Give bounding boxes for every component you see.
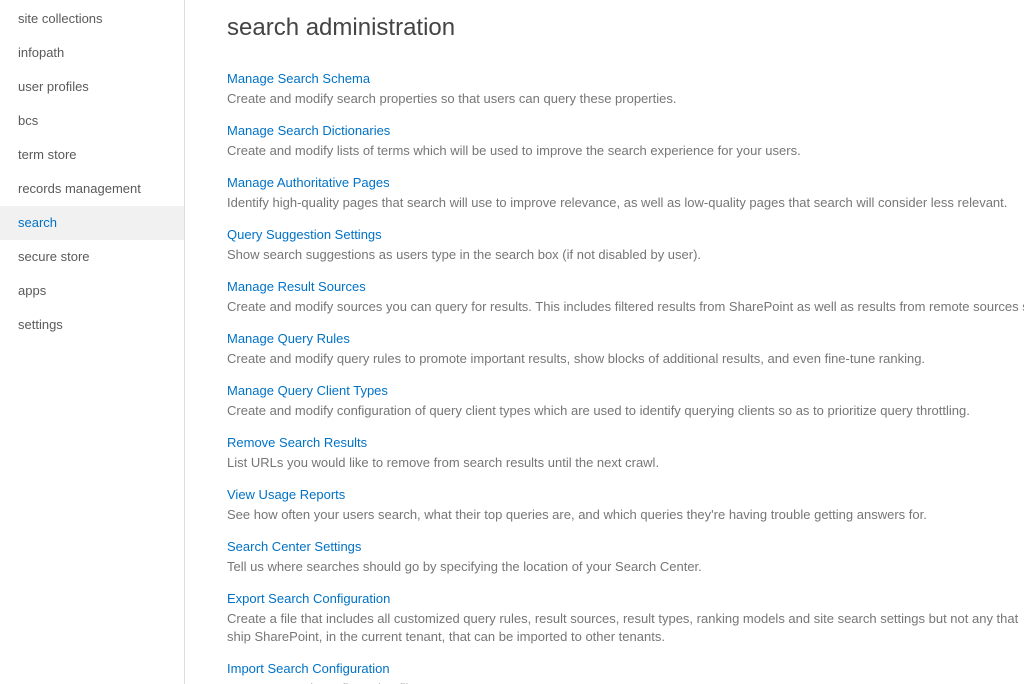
admin-item: Search Center Settings Tell us where sear… xyxy=(227,538,1024,576)
page-title: search administration xyxy=(227,14,1024,42)
sidebar-item-infopath[interactable]: infopath xyxy=(0,36,184,70)
admin-item: Query Suggestion Settings Show search sug… xyxy=(227,226,1024,264)
admin-item-desc: Create and modify lists of terms which w… xyxy=(227,142,1024,160)
admin-item: Manage Search Schema Create and modify se… xyxy=(227,70,1024,108)
admin-item-link[interactable]: Manage Search Schema xyxy=(227,70,1024,88)
sidebar-item-apps[interactable]: apps xyxy=(0,274,184,308)
admin-item-desc: Create a file that includes all customiz… xyxy=(227,610,1024,646)
sidebar-item-settings[interactable]: settings xyxy=(0,308,184,342)
admin-item-link[interactable]: Remove Search Results xyxy=(227,434,1024,452)
admin-item: Manage Authoritative Pages Identify high-… xyxy=(227,174,1024,212)
sidebar-item-records-management[interactable]: records management xyxy=(0,172,184,206)
admin-item: Remove Search Results List URLs you would… xyxy=(227,434,1024,472)
admin-item: Manage Search Dictionaries Create and mod… xyxy=(227,122,1024,160)
admin-item-link[interactable]: Import Search Configuration xyxy=(227,660,1024,678)
sidebar-item-search[interactable]: search xyxy=(0,206,184,240)
admin-item-desc: Create and modify search properties so t… xyxy=(227,90,1024,108)
admin-item-link[interactable]: Query Suggestion Settings xyxy=(227,226,1024,244)
sidebar: site collectionsinfopathuser profilesbcs… xyxy=(0,0,185,684)
admin-item-link[interactable]: Manage Authoritative Pages xyxy=(227,174,1024,192)
admin-item: Manage Query Rules Create and modify quer… xyxy=(227,330,1024,368)
admin-item-desc: Identify high-quality pages that search … xyxy=(227,194,1024,212)
admin-item: Import Search Configuration Import a sear… xyxy=(227,660,1024,684)
admin-item-desc: Tell us where searches should go by spec… xyxy=(227,558,1024,576)
admin-item-desc: Create and modify configuration of query… xyxy=(227,402,1024,420)
admin-item-desc: Create and modify query rules to promote… xyxy=(227,350,1024,368)
admin-item-link[interactable]: Search Center Settings xyxy=(227,538,1024,556)
main-content: search administration Manage Search Sche… xyxy=(185,0,1024,684)
admin-items-list: Manage Search Schema Create and modify se… xyxy=(227,70,1024,684)
admin-item-link[interactable]: Manage Query Rules xyxy=(227,330,1024,348)
admin-item: View Usage Reports See how often your use… xyxy=(227,486,1024,524)
admin-item-desc: Import a search configuration file. xyxy=(227,680,1024,684)
admin-item: Export Search Configuration Create a file… xyxy=(227,590,1024,646)
admin-item-desc: See how often your users search, what th… xyxy=(227,506,1024,524)
sidebar-item-user-profiles[interactable]: user profiles xyxy=(0,70,184,104)
admin-item-link[interactable]: Manage Search Dictionaries xyxy=(227,122,1024,140)
admin-item-link[interactable]: Manage Result Sources xyxy=(227,278,1024,296)
admin-item-link[interactable]: Export Search Configuration xyxy=(227,590,1024,608)
admin-item: Manage Result Sources Create and modify s… xyxy=(227,278,1024,316)
sidebar-item-bcs[interactable]: bcs xyxy=(0,104,184,138)
sidebar-item-site-collections[interactable]: site collections xyxy=(0,2,184,36)
sidebar-item-term-store[interactable]: term store xyxy=(0,138,184,172)
admin-item-link[interactable]: Manage Query Client Types xyxy=(227,382,1024,400)
admin-item-link[interactable]: View Usage Reports xyxy=(227,486,1024,504)
admin-item: Manage Query Client Types Create and modi… xyxy=(227,382,1024,420)
sidebar-item-secure-store[interactable]: secure store xyxy=(0,240,184,274)
admin-item-desc: Create and modify sources you can query … xyxy=(227,298,1024,316)
admin-item-desc: List URLs you would like to remove from … xyxy=(227,454,1024,472)
admin-item-desc: Show search suggestions as users type in… xyxy=(227,246,1024,264)
